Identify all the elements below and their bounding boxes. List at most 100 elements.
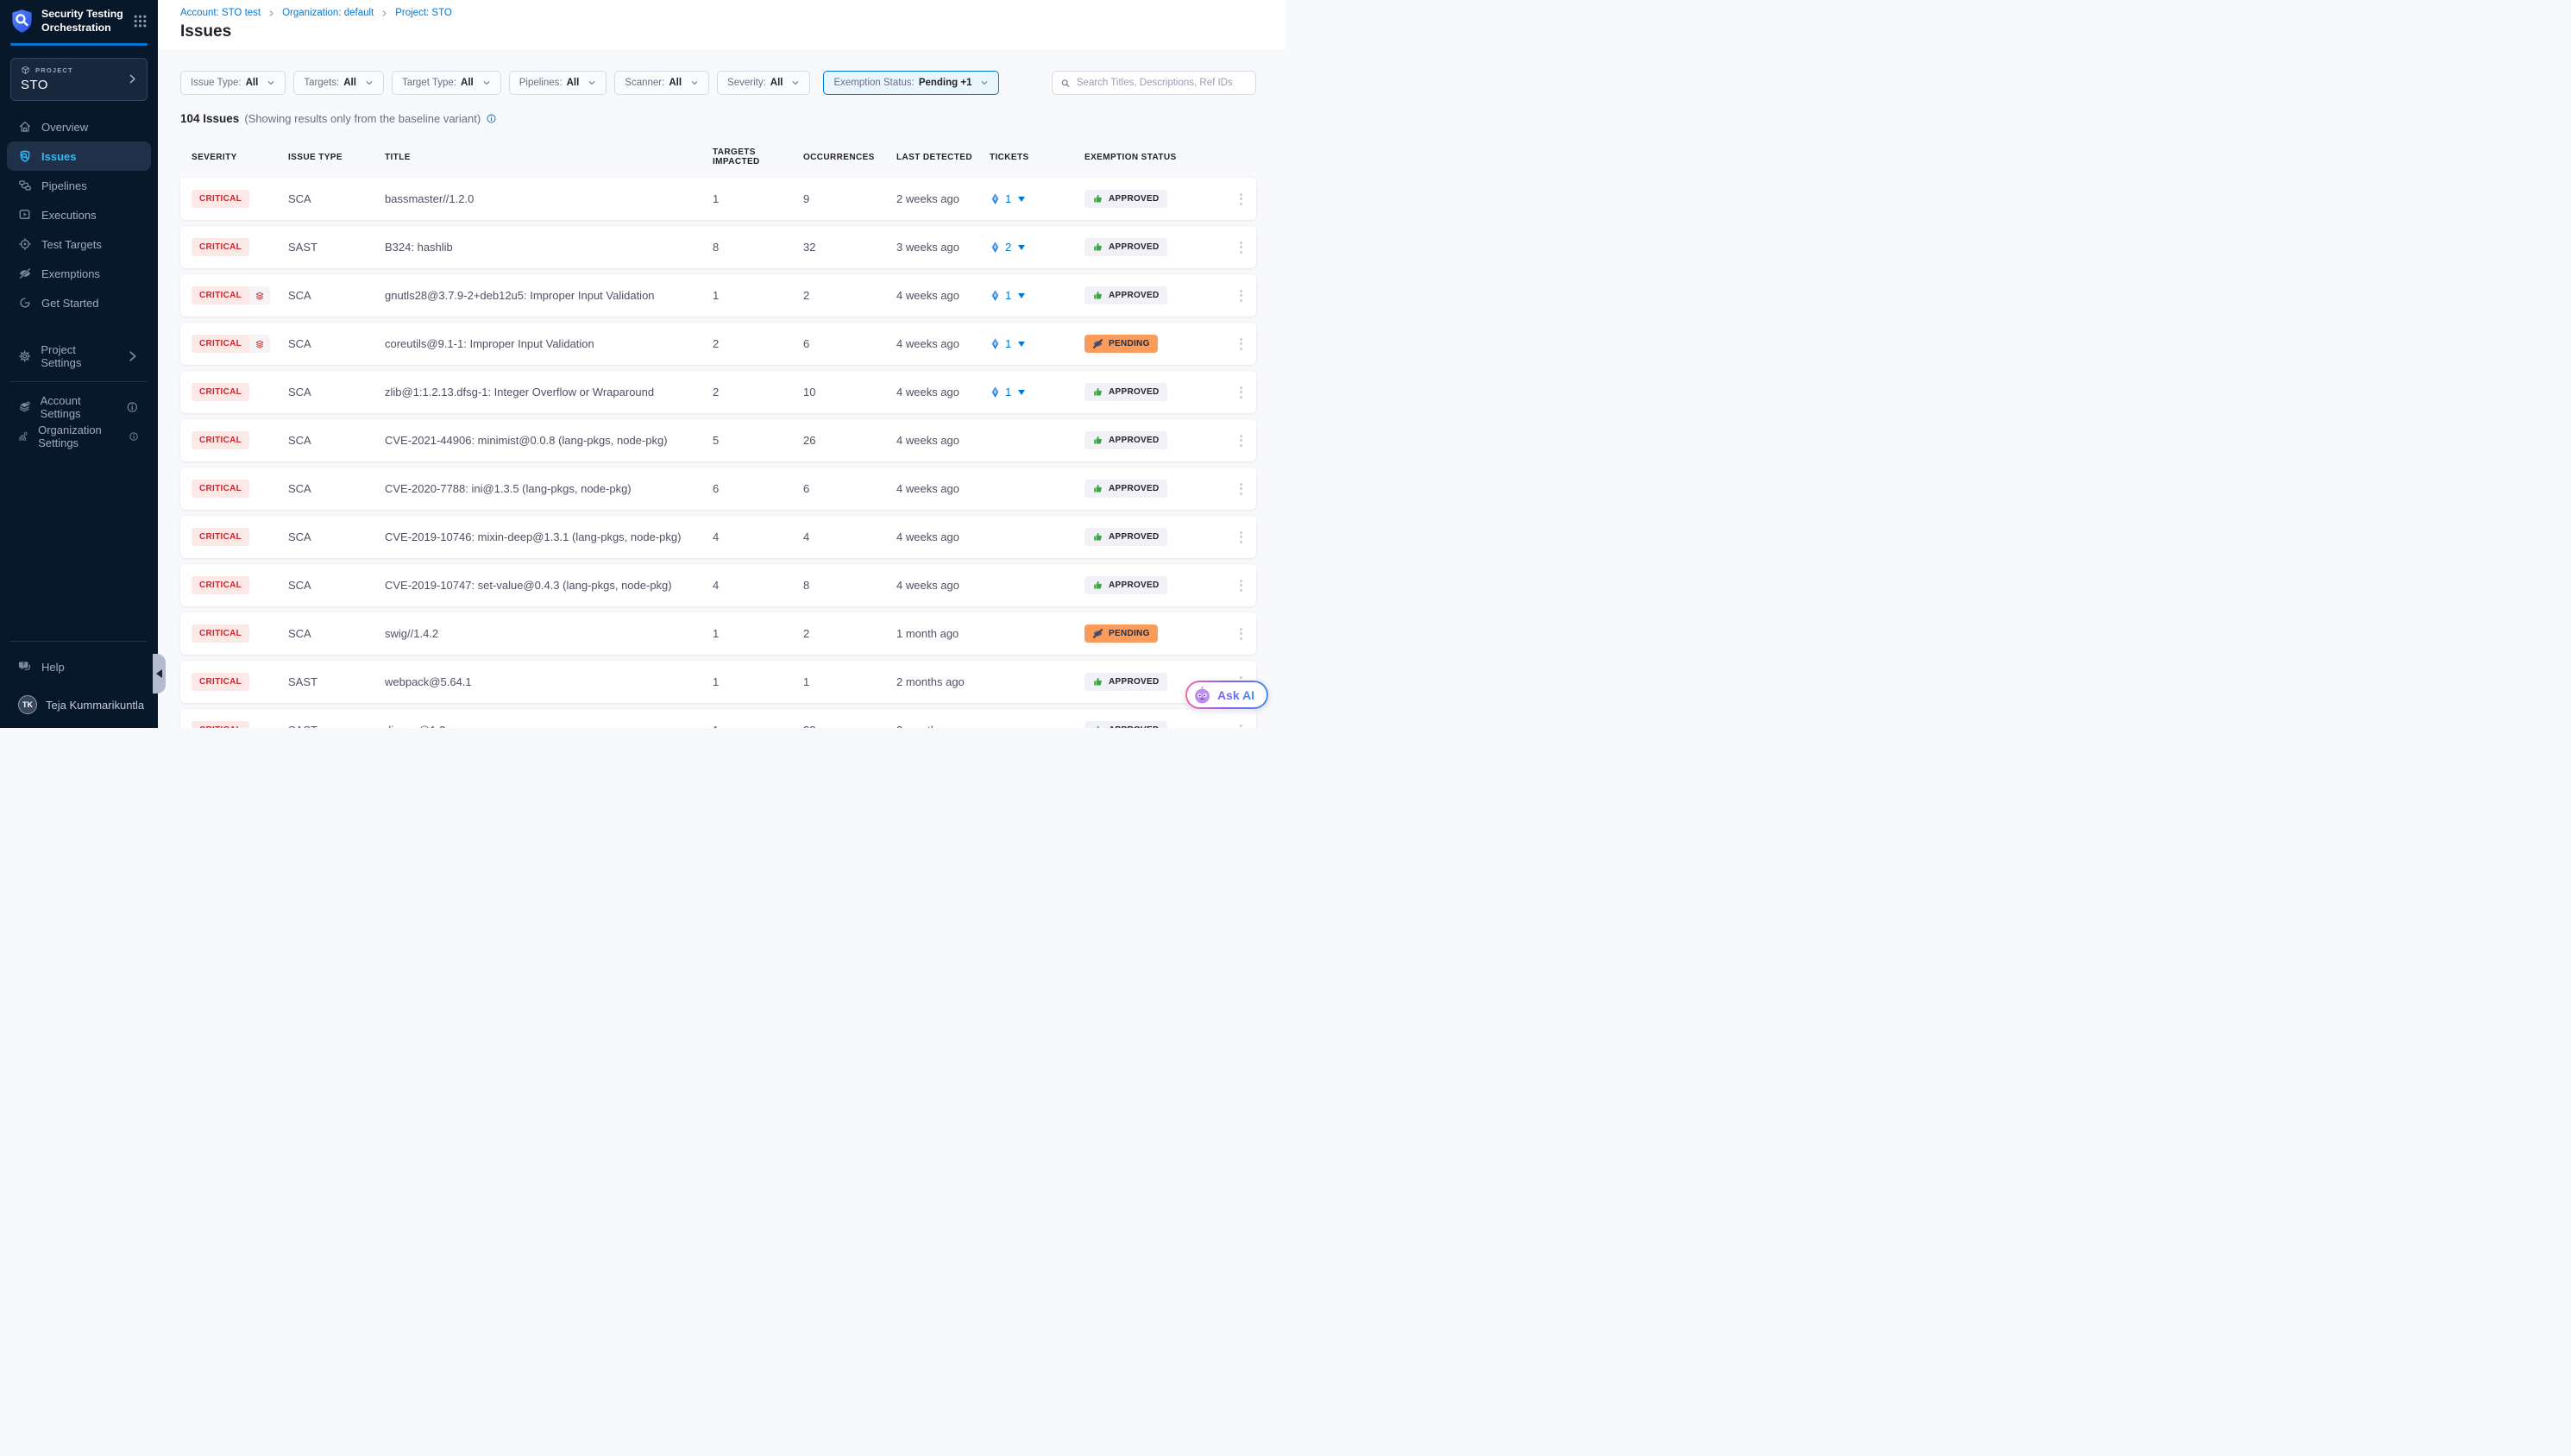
issue-type-cell: SCA xyxy=(288,530,385,543)
sidebar-nav-secondary: Project Settings Account Settings Organi… xyxy=(0,342,158,451)
table-row[interactable]: CRITICAL SCA CVE-2019-10747: set-value@0… xyxy=(180,564,1256,606)
row-menu-button[interactable] xyxy=(1233,528,1249,547)
sidebar-item-overview[interactable]: Overview xyxy=(7,112,151,141)
issue-type-cell: SCA xyxy=(288,192,385,205)
sidebar-item-test-targets[interactable]: Test Targets xyxy=(7,229,151,259)
table-row[interactable]: CRITICAL SCA bassmaster//1.2.0 1 9 2 wee… xyxy=(180,178,1256,220)
avatar: TK xyxy=(18,695,37,714)
tickets-cell[interactable]: 1 xyxy=(990,289,1084,302)
occurrences-cell: 1 xyxy=(803,675,896,688)
severity-badge: CRITICAL xyxy=(192,721,249,728)
exemption-status-badge: APPROVED xyxy=(1084,528,1167,546)
issue-title-cell: coreutils@9.1-1: Improper Input Validati… xyxy=(385,337,713,350)
occurrences-cell: 6 xyxy=(803,482,896,495)
eye-slash-icon xyxy=(1092,338,1103,349)
targets-impacted-cell: 6 xyxy=(713,482,803,495)
user-menu[interactable]: TK Teja Kummarikuntla xyxy=(7,690,151,719)
table-row[interactable]: CRITICAL SCA CVE-2020-7788: ini@1.3.5 (l… xyxy=(180,468,1256,510)
exemption-status-badge: APPROVED xyxy=(1084,190,1167,208)
filter-dropdown-issue-type-[interactable]: Issue Type: All xyxy=(180,71,286,95)
row-menu-button[interactable] xyxy=(1233,576,1249,595)
column-header-exemption-status: EXEMPTION STATUS xyxy=(1084,153,1225,162)
exemption-status-badge: APPROVED xyxy=(1084,238,1167,256)
filter-dropdown-targets-[interactable]: Targets: All xyxy=(293,71,384,95)
occurrences-cell: 2 xyxy=(803,627,896,640)
filter-dropdown-exemption-status-[interactable]: Exemption Status: Pending +1 xyxy=(823,71,999,95)
breadcrumb-link-account-sto-test[interactable]: Account: STO test xyxy=(180,8,261,18)
sidebar-item-organization-settings[interactable]: Organization Settings xyxy=(7,422,151,451)
info-icon[interactable] xyxy=(486,113,497,124)
table-row[interactable]: CRITICAL SAST B324: hashlib 8 32 3 weeks… xyxy=(180,226,1256,268)
issue-type-cell: SAST xyxy=(288,675,385,688)
search-input[interactable] xyxy=(1077,78,1248,88)
exemption-status-badge: APPROVED xyxy=(1084,286,1167,304)
sidebar-item-exemptions[interactable]: Exemptions xyxy=(7,259,151,288)
filter-dropdown-target-type-[interactable]: Target Type: All xyxy=(392,71,501,95)
row-menu-button[interactable] xyxy=(1233,431,1249,450)
breadcrumb-link-organization-default[interactable]: Organization: default xyxy=(282,8,374,18)
table-row[interactable]: CRITICAL SCA swig//1.4.2 1 2 1 month ago… xyxy=(180,612,1256,655)
table-row[interactable]: CRITICAL SAST django@1.2 1 22 2 months a… xyxy=(180,709,1256,728)
page-header: Account: STO test Organization: default Pr… xyxy=(158,0,1286,49)
sidebar-item-get-started[interactable]: Get Started xyxy=(7,288,151,317)
ticket-caret-icon xyxy=(1018,245,1025,250)
tickets-cell[interactable]: 2 xyxy=(990,241,1084,254)
issues-table: CRITICAL SCA bassmaster//1.2.0 1 9 2 wee… xyxy=(180,178,1256,728)
table-row[interactable]: CRITICAL SCA CVE-2021-44906: minimist@0.… xyxy=(180,419,1256,461)
info-icon[interactable] xyxy=(129,430,139,443)
sidebar-item-pipelines[interactable]: Pipelines xyxy=(7,171,151,200)
row-menu-button[interactable] xyxy=(1233,238,1249,257)
table-row[interactable]: CRITICAL SCA CVE-2019-10746: mixin-deep@… xyxy=(180,516,1256,558)
table-row[interactable]: CRITICAL SCA coreutils@9.1-1: Improper I… xyxy=(180,323,1256,365)
thumbs-up-icon xyxy=(1092,580,1103,591)
issues-count: 104 Issues xyxy=(180,112,239,125)
page-title: Issues xyxy=(180,22,1286,41)
row-menu-button[interactable] xyxy=(1233,383,1249,402)
sidebar-item-help[interactable]: ? Help xyxy=(7,652,151,681)
row-menu-button[interactable] xyxy=(1233,190,1249,209)
user-name: Teja Kummarikuntla xyxy=(46,699,144,712)
chevron-right-icon xyxy=(127,73,138,85)
filter-dropdown-severity-[interactable]: Severity: All xyxy=(717,71,810,95)
module-grid-icon[interactable] xyxy=(133,14,148,28)
sidebar-item-project-settings[interactable]: Project Settings xyxy=(7,342,151,371)
breadcrumb-link-project-sto[interactable]: Project: STO xyxy=(395,8,452,18)
row-menu-button[interactable] xyxy=(1233,721,1249,729)
chevron-down-icon xyxy=(791,78,800,87)
sidebar-collapse-handle[interactable] xyxy=(153,654,166,693)
jira-ticket-icon xyxy=(990,241,1001,254)
row-menu-button[interactable] xyxy=(1233,480,1249,499)
app-root: Security Testing Orchestration PROJECT S… xyxy=(0,0,1286,728)
table-row[interactable]: CRITICAL SAST webpack@5.64.1 1 1 2 month… xyxy=(180,661,1256,703)
table-row[interactable]: CRITICAL SCA gnutls28@3.7.9-2+deb12u5: I… xyxy=(180,274,1256,317)
org-gear-icon xyxy=(18,430,28,443)
tickets-cell[interactable]: 1 xyxy=(990,386,1084,399)
jira-ticket-icon xyxy=(990,337,1001,350)
row-menu-button[interactable] xyxy=(1233,286,1249,305)
sidebar-item-executions[interactable]: Executions xyxy=(7,200,151,229)
tickets-cell[interactable]: 1 xyxy=(990,337,1084,350)
project-selector[interactable]: PROJECT STO xyxy=(10,58,148,101)
get-started-icon xyxy=(18,296,32,310)
sidebar-item-account-settings[interactable]: Account Settings xyxy=(7,392,151,422)
issue-title-cell: zlib@1:1.2.13.dfsg-1: Integer Overflow o… xyxy=(385,386,713,399)
collapse-arrow-icon xyxy=(156,669,162,678)
tickets-cell[interactable]: 1 xyxy=(990,192,1084,205)
divider xyxy=(10,641,148,642)
breadcrumb-chevron-icon xyxy=(380,9,388,17)
cube-icon xyxy=(21,66,30,75)
thumbs-up-icon xyxy=(1092,483,1103,494)
severity-badge: CRITICAL xyxy=(192,238,249,256)
chevron-down-icon xyxy=(482,78,491,87)
ticket-caret-icon xyxy=(1018,197,1025,202)
row-menu-button[interactable] xyxy=(1233,335,1249,354)
info-icon[interactable] xyxy=(126,400,139,414)
filter-dropdown-scanner-[interactable]: Scanner: All xyxy=(614,71,709,95)
ask-ai-button[interactable]: Ask AI xyxy=(1185,681,1268,709)
occurrences-cell: 2 xyxy=(803,289,896,302)
filter-dropdown-pipelines-[interactable]: Pipelines: All xyxy=(509,71,607,95)
row-menu-button[interactable] xyxy=(1233,624,1249,643)
severity-badge: CRITICAL xyxy=(192,286,270,304)
sidebar-item-issues[interactable]: Issues xyxy=(7,141,151,171)
table-row[interactable]: CRITICAL SCA zlib@1:1.2.13.dfsg-1: Integ… xyxy=(180,371,1256,413)
